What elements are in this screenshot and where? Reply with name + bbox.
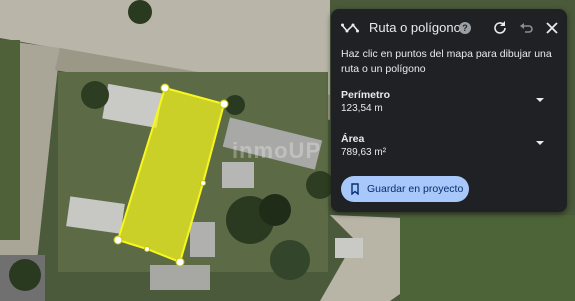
save-to-project-button[interactable]: Guardar en proyecto bbox=[341, 176, 469, 202]
panel-header: Ruta o polígono ? bbox=[331, 9, 567, 47]
chevron-down-icon[interactable] bbox=[535, 140, 545, 146]
help-icon[interactable]: ? bbox=[459, 22, 471, 34]
watermark: inmoUP bbox=[232, 138, 322, 163]
area-value: 789,63 m² bbox=[341, 147, 387, 158]
close-icon[interactable] bbox=[544, 20, 560, 36]
reset-icon[interactable] bbox=[492, 20, 508, 36]
polygon-vertex bbox=[219, 99, 229, 109]
polygon-vertex bbox=[160, 83, 170, 93]
polygon-vertex bbox=[113, 235, 123, 245]
area-label: Área bbox=[341, 133, 365, 145]
measure-panel: Ruta o polígono ? Haz clic en puntos del… bbox=[331, 9, 567, 212]
panel-title: Ruta o polígono bbox=[369, 20, 461, 35]
save-button-label: Guardar en proyecto bbox=[367, 183, 464, 195]
route-icon bbox=[341, 23, 359, 33]
undo-icon[interactable] bbox=[518, 20, 534, 36]
bookmark-icon bbox=[351, 183, 359, 195]
polygon-midpoint bbox=[144, 246, 150, 252]
perimeter-label: Perímetro bbox=[341, 89, 391, 101]
perimeter-value: 123,54 m bbox=[341, 103, 383, 114]
chevron-down-icon[interactable] bbox=[535, 97, 545, 103]
polygon-midpoint bbox=[200, 180, 206, 186]
polygon-vertex bbox=[175, 257, 185, 267]
instructions-text: Haz clic en puntos del mapa para dibujar… bbox=[341, 48, 552, 75]
